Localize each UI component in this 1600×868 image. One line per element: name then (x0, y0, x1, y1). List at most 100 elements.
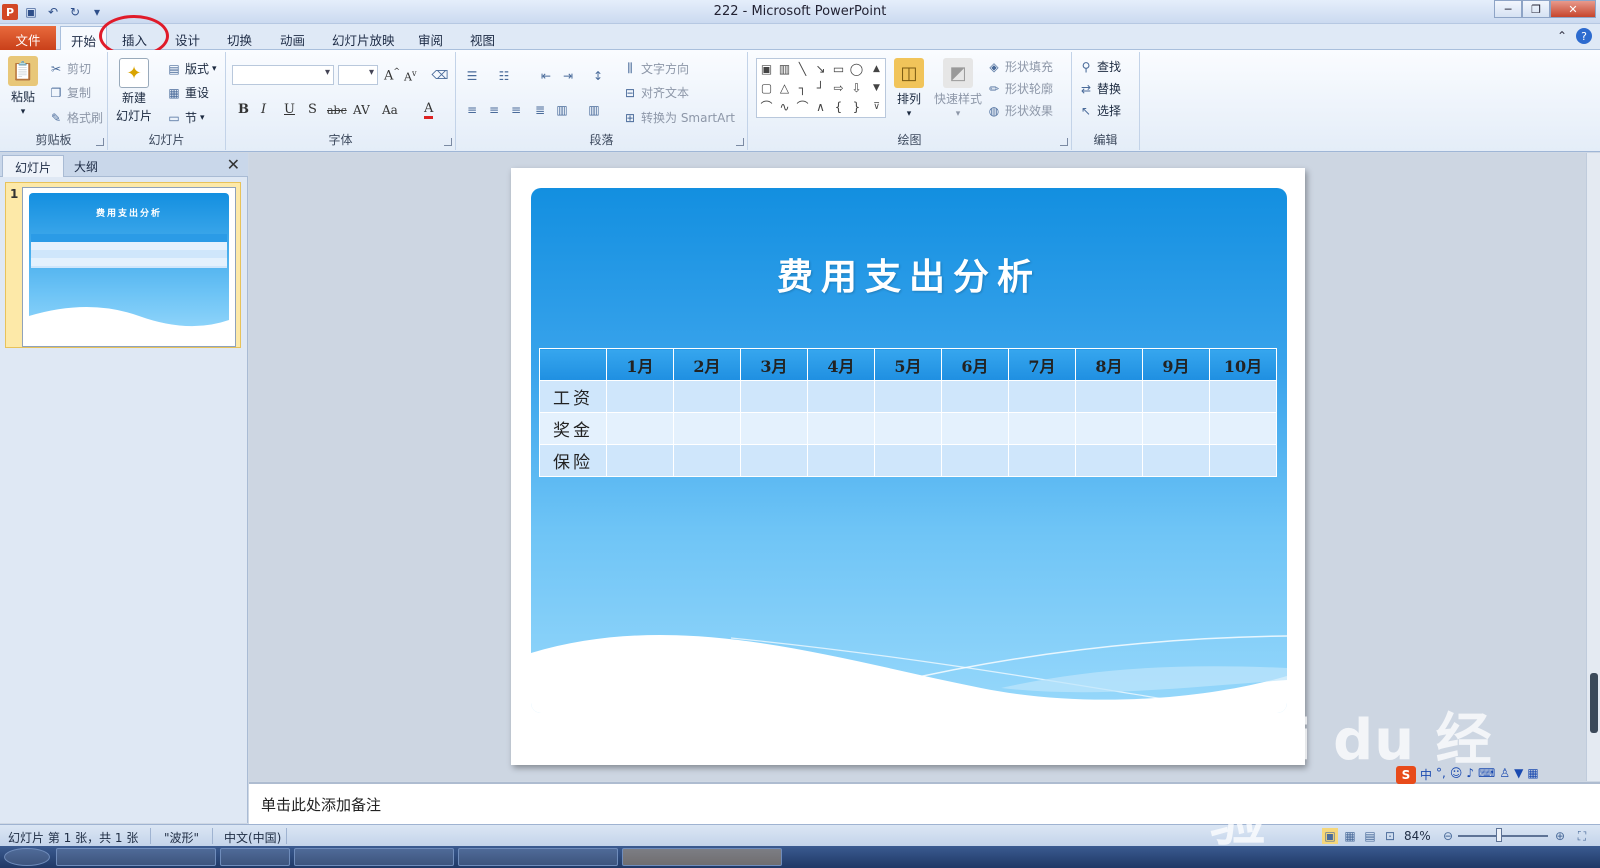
format-painter-button[interactable]: ✎ 格式刷 (48, 109, 103, 126)
font-color-button[interactable]: A (424, 101, 434, 119)
table-cell[interactable] (1142, 444, 1210, 477)
close-panel-icon[interactable]: ✕ (227, 155, 240, 174)
table-cell[interactable] (673, 412, 741, 445)
table-cell[interactable] (1008, 412, 1076, 445)
smartart-button[interactable]: ⊞ 转换为 SmartArt (622, 109, 735, 126)
taskbar-item[interactable] (220, 848, 290, 866)
zoom-out-icon[interactable]: ⊖ (1440, 828, 1456, 844)
shrink-font-icon[interactable]: Av (404, 69, 416, 84)
table-cell[interactable] (941, 444, 1009, 477)
paragraph-launcher-icon[interactable] (736, 138, 744, 146)
minimize-ribbon-icon[interactable]: ⌃ (1554, 28, 1570, 44)
layout-button[interactable]: ▤ 版式 ▾ (166, 60, 216, 77)
table-cell[interactable] (941, 412, 1009, 445)
ime-grid-icon[interactable]: ▦ (1527, 766, 1538, 784)
copy-button[interactable]: ❐ 复制 (48, 84, 91, 101)
right-arrow-shape-icon[interactable]: ⇨ (830, 79, 847, 96)
zoom-in-icon[interactable]: ⊕ (1552, 828, 1568, 844)
left-brace-shape-icon[interactable]: { (830, 98, 847, 115)
columns-icon[interactable]: ▥ (586, 102, 602, 118)
elbow-connector-icon[interactable]: ┐ (794, 79, 811, 96)
sogou-ime-icon[interactable]: S (1396, 766, 1416, 784)
vertical-scrollbar[interactable] (1586, 153, 1600, 781)
increase-indent-icon[interactable]: ⇥ (560, 68, 576, 84)
change-case-button[interactable]: Aa (382, 103, 398, 117)
rounded-rect-shape-icon[interactable]: ▢ (758, 79, 775, 96)
taskbar-item[interactable] (294, 848, 454, 866)
slide-thumbnail[interactable]: 费用支出分析 (22, 187, 236, 347)
curve-shape-icon[interactable]: ∧ (812, 98, 829, 115)
table-header-cell[interactable]: 5月 (874, 348, 942, 381)
slide-title[interactable]: 费用支出分析 (531, 248, 1287, 300)
down-arrow-shape-icon[interactable]: ⇩ (848, 79, 865, 96)
table-cell[interactable] (807, 444, 875, 477)
select-button[interactable]: ↖ 选择 (1078, 102, 1121, 119)
ime-shirt-icon[interactable]: ▼ (1514, 766, 1523, 784)
paste-button[interactable]: 📋 粘贴 ▾ (8, 56, 38, 117)
taskbar-item-powerpoint[interactable] (622, 848, 782, 866)
ime-punctuation-icon[interactable]: °, (1436, 766, 1446, 784)
oval-shape-icon[interactable]: ◯ (848, 60, 865, 77)
taskbar-item[interactable] (458, 848, 618, 866)
table-cell[interactable] (740, 444, 808, 477)
normal-view-icon[interactable]: ▣ (1322, 828, 1338, 844)
status-language[interactable]: 中文(中国) (224, 829, 281, 846)
slide-canvas[interactable]: 费用支出分析 1月 2月 3月 4月 5月 6月 7月 8月 9月 10月 工资 (511, 168, 1305, 765)
ime-emoji-icon[interactable]: ☺ (1450, 766, 1463, 784)
shape-effects-button[interactable]: ◍ 形状效果 (986, 102, 1053, 119)
ime-language[interactable]: 中 (1420, 766, 1432, 784)
tab-slideshow[interactable]: 幻灯片放映 (322, 26, 405, 50)
slideshow-view-icon[interactable]: ⊡ (1382, 828, 1398, 844)
font-launcher-icon[interactable] (444, 138, 452, 146)
table-header-cell[interactable]: 4月 (807, 348, 875, 381)
row-label-salary[interactable]: 工资 (539, 380, 607, 413)
table-cell[interactable] (1008, 380, 1076, 413)
ime-user-icon[interactable]: ♙ (1499, 766, 1510, 784)
tab-review[interactable]: 审阅 (408, 26, 453, 50)
bullets-icon[interactable]: ☰ (464, 68, 480, 84)
table-cell[interactable] (1142, 412, 1210, 445)
font-size-combo[interactable] (338, 65, 378, 85)
replace-button[interactable]: ⇄ 替换 (1078, 80, 1121, 97)
notes-placeholder[interactable]: 单击此处添加备注 (261, 794, 381, 815)
ime-keyboard-icon[interactable]: ⌨ (1478, 766, 1495, 784)
shapes-gallery[interactable]: ▣ ▥ ╲ ↘ ▭ ◯ ▢ △ ┐ ┘ ⇨ ⇩ ⌒ ∿ ⌒ ∧ { } ▲ ▼ … (756, 58, 886, 118)
table-cell[interactable] (874, 380, 942, 413)
triangle-shape-icon[interactable]: △ (776, 79, 793, 96)
table-cell[interactable] (1075, 444, 1143, 477)
tab-design[interactable]: 设计 (165, 26, 210, 50)
gallery-scroll-down-icon[interactable]: ▼ (868, 79, 885, 96)
drawing-launcher-icon[interactable] (1060, 138, 1068, 146)
find-button[interactable]: ⚲ 查找 (1078, 58, 1121, 75)
freeform-shape-icon[interactable]: ⌒ (758, 98, 775, 115)
distributed-icon[interactable]: ▥ (554, 102, 570, 118)
shape-fill-button[interactable]: ◈ 形状填充 (986, 58, 1053, 75)
text-shadow-button[interactable]: S (308, 102, 317, 117)
table-header-cell[interactable]: 6月 (941, 348, 1009, 381)
align-center-icon[interactable]: ≡ (486, 102, 502, 118)
scribble-shape-icon[interactable]: ∿ (776, 98, 793, 115)
table-header-cell[interactable]: 1月 (606, 348, 674, 381)
slide-sorter-view-icon[interactable]: ▦ (1342, 828, 1358, 844)
table-header-cell[interactable]: 8月 (1075, 348, 1143, 381)
tab-transitions[interactable]: 切换 (217, 26, 262, 50)
line-spacing-icon[interactable]: ↕ (590, 68, 606, 84)
new-slide-button[interactable]: ✦ 新建 幻灯片 (116, 58, 152, 124)
table-cell[interactable] (1209, 380, 1277, 413)
arrange-button[interactable]: ◫ 排列 ▾ (894, 58, 924, 119)
table-cell[interactable] (807, 380, 875, 413)
minimize-button[interactable]: ─ (1494, 0, 1522, 18)
line-shape-icon[interactable]: ╲ (794, 60, 811, 77)
scrollbar-thumb[interactable] (1590, 673, 1598, 733)
status-theme[interactable]: "波形" (164, 829, 199, 846)
expense-table[interactable]: 1月 2月 3月 4月 5月 6月 7月 8月 9月 10月 工资 奖金 保险 (539, 348, 1277, 477)
italic-button[interactable]: I (261, 102, 266, 117)
arc-shape-icon[interactable]: ⌒ (794, 98, 811, 115)
taskbar-item[interactable] (56, 848, 216, 866)
tab-file[interactable]: 文件 (0, 26, 56, 50)
table-cell[interactable] (874, 444, 942, 477)
shape-outline-button[interactable]: ✏ 形状轮廓 (986, 80, 1053, 97)
bold-button[interactable]: B (238, 102, 249, 117)
table-cell[interactable] (740, 380, 808, 413)
textbox-shape-icon[interactable]: ▣ (758, 60, 775, 77)
